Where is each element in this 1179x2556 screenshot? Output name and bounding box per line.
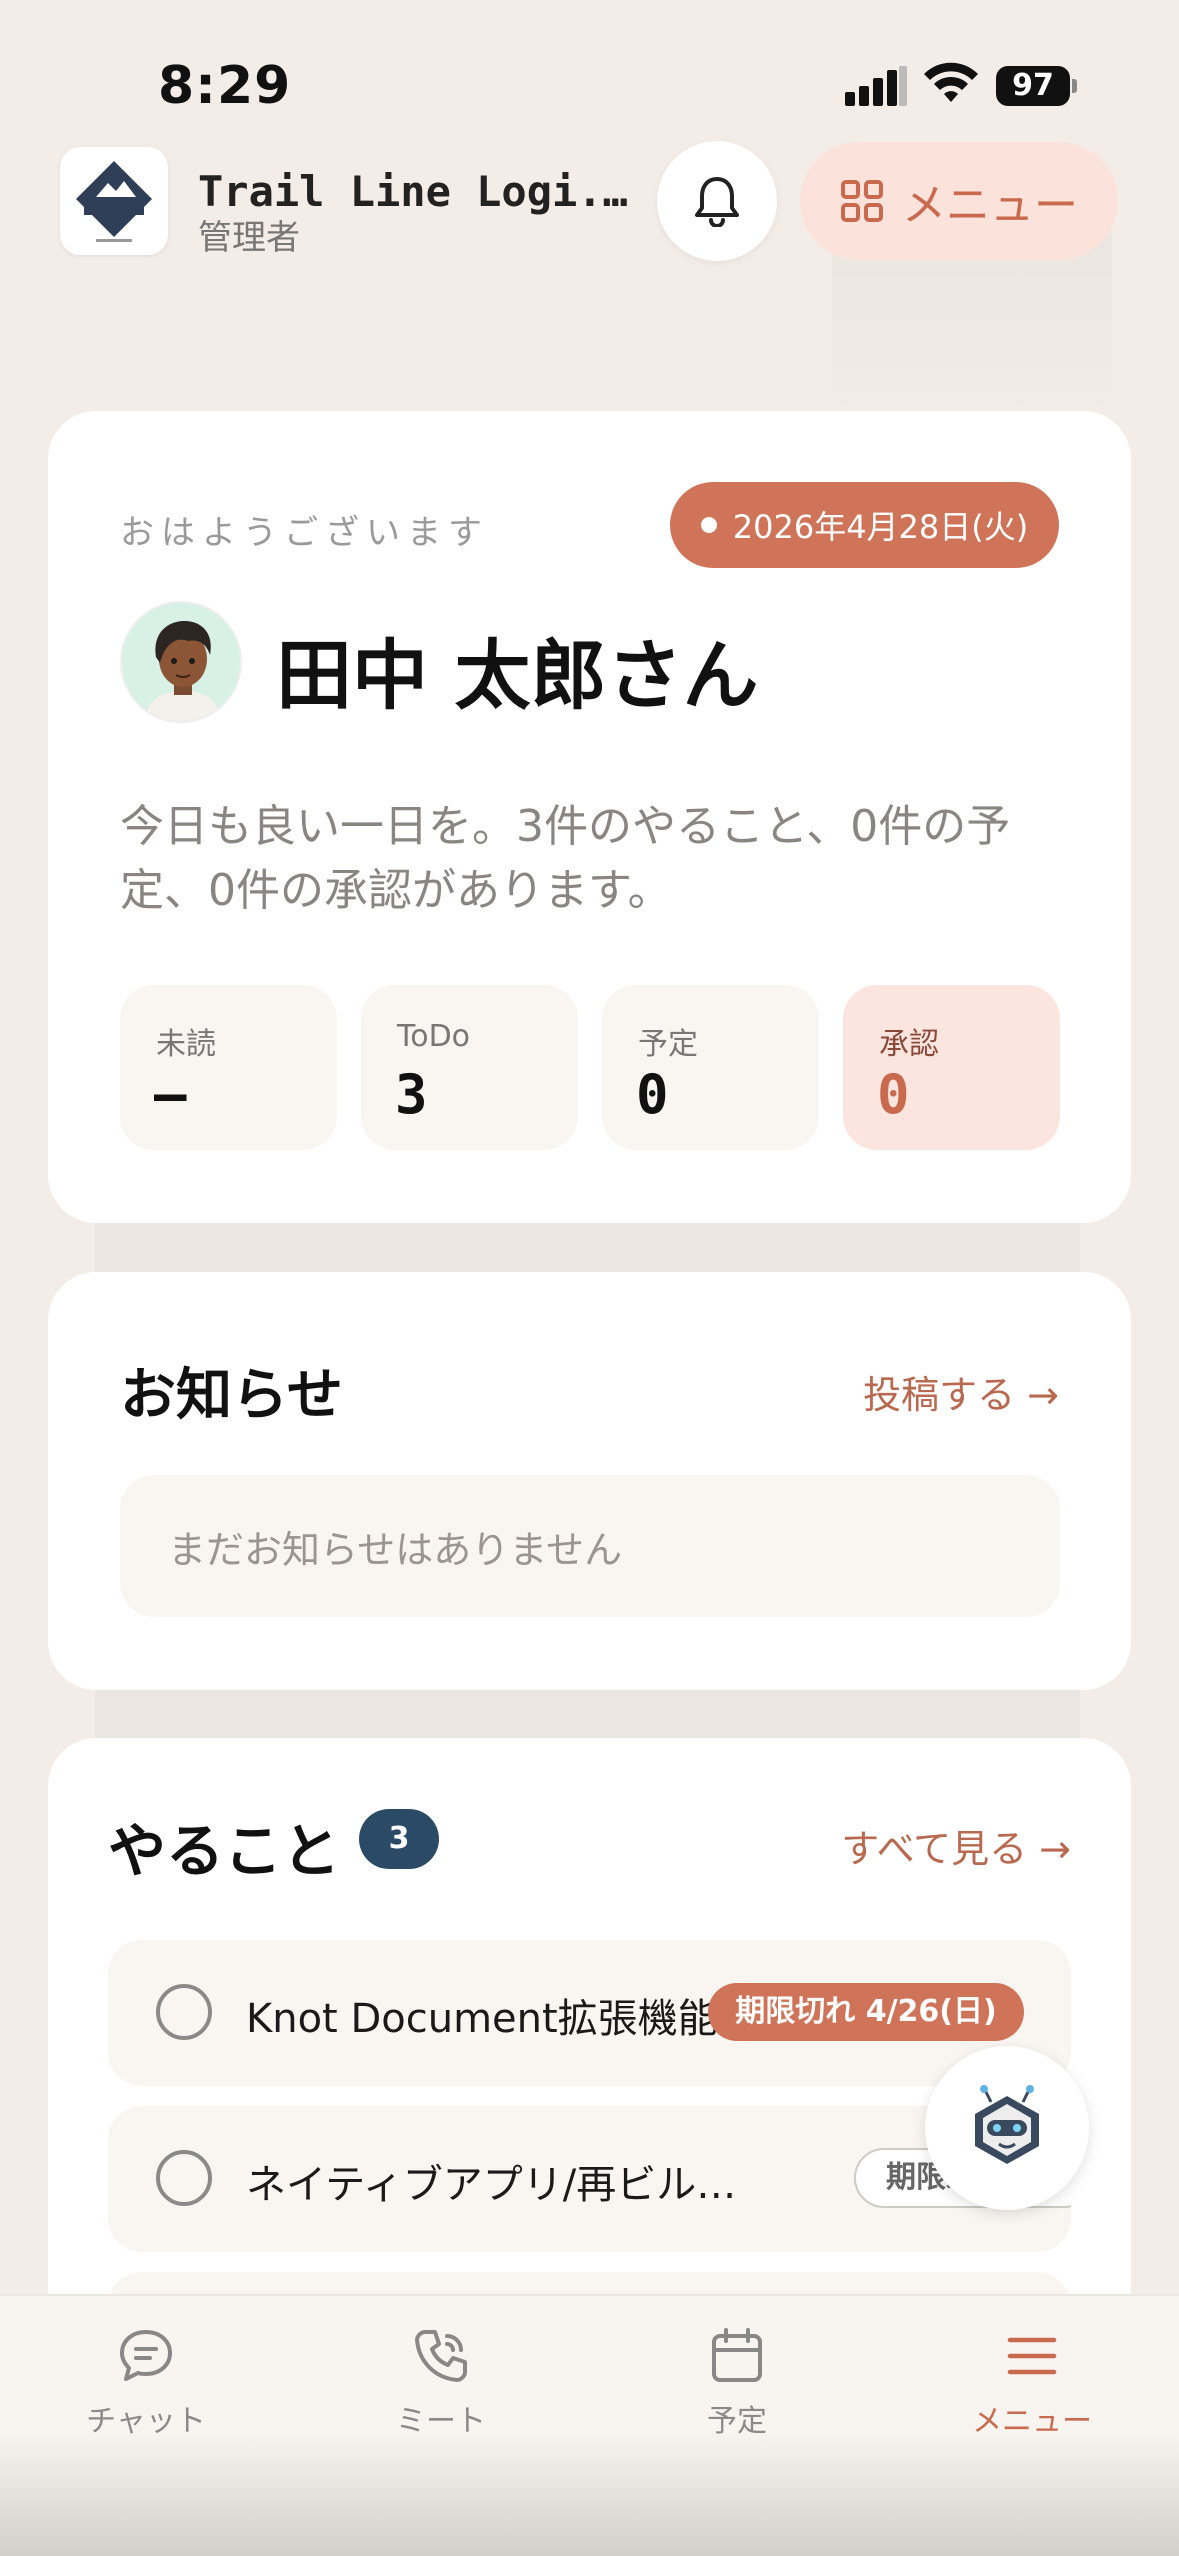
stat-schedule[interactable]: 予定 0	[602, 985, 819, 1150]
date-text: 2026年4月28日(火)	[732, 508, 1029, 546]
user-role: 管理者	[198, 218, 300, 258]
stat-approval[interactable]: 承認 0	[843, 985, 1060, 1150]
stat-value: 0	[877, 1063, 910, 1126]
notices-empty-state: まだお知らせはありません	[120, 1475, 1060, 1617]
empty-text: まだお知らせはありません	[168, 1528, 623, 1572]
phone-icon	[415, 2330, 467, 2382]
see-all-link[interactable]: すべて見る →	[841, 1818, 1071, 1873]
logo-icon	[76, 161, 152, 242]
dot-icon	[700, 517, 717, 533]
home-screen: 8:29 97 Trail Line Logi.株式会社 管理者	[0, 0, 1179, 2556]
post-notice-link[interactable]: 投稿する →	[863, 1364, 1059, 1419]
stat-todo[interactable]: ToDo 3	[361, 985, 578, 1150]
todo-item[interactable]: Knot Document拡張機能 期限切れ 4/26(日)	[108, 1940, 1071, 2086]
todo-title: やること	[108, 1817, 341, 1885]
stat-label: 予定	[638, 1027, 698, 1062]
menu-icon	[1007, 2337, 1057, 2375]
stat-value: 0	[636, 1063, 669, 1126]
signal-icon	[845, 66, 907, 106]
wifi-icon	[924, 62, 978, 102]
greeting-text: おはようございます	[120, 513, 489, 553]
notices-title: お知らせ	[120, 1363, 343, 1428]
robot-icon	[975, 2085, 1039, 2164]
todo-checkbox[interactable]	[156, 1984, 212, 2040]
stat-value: –	[154, 1063, 187, 1126]
battery-icon: 97	[996, 66, 1077, 106]
status-bar: 8:29 97	[0, 0, 1179, 140]
summary-text: 今日も良い一日を。3件のやること、0件の予定、0件の承認があります。	[120, 801, 1011, 916]
notifications-button[interactable]	[657, 141, 777, 261]
stat-label: 未読	[156, 1027, 216, 1062]
chat-icon	[120, 2330, 172, 2381]
calendar-icon	[712, 2328, 762, 2382]
greeting-card: おはようございます 2026年4月28日(火) 田中 太郎さん 今日も良い一日を…	[48, 411, 1131, 1223]
user-name: 田中 太郎さん	[276, 631, 759, 720]
todo-text: ネイティブアプリ/再ビル…	[246, 2162, 737, 2208]
date-badge: 2026年4月28日(火)	[670, 482, 1059, 568]
todo-count-badge: 3	[359, 1809, 439, 1869]
menu-label: メニュー	[902, 180, 1078, 231]
status-time: 8:29	[158, 56, 292, 116]
todo-text: Knot Document拡張機能	[246, 1996, 718, 2042]
stat-label: 承認	[879, 1027, 939, 1062]
company-logo[interactable]	[60, 147, 168, 255]
todo-checkbox[interactable]	[156, 2150, 212, 2206]
overdue-badge: 期限切れ 4/26(日)	[708, 1983, 1024, 2041]
menu-button[interactable]: メニュー	[800, 142, 1118, 260]
stat-unread[interactable]: 未読 –	[120, 985, 337, 1150]
avatar-icon	[122, 603, 240, 721]
home-indicator-area	[0, 2430, 1179, 2556]
ai-assistant-button[interactable]	[925, 2046, 1089, 2210]
battery-level: 97	[996, 66, 1070, 106]
stat-label: ToDo	[397, 1019, 471, 1054]
bell-icon	[695, 177, 739, 227]
notices-card: お知らせ 投稿する → まだお知らせはありません	[48, 1272, 1131, 1690]
stat-value: 3	[395, 1063, 428, 1126]
avatar[interactable]	[120, 601, 242, 723]
grid-icon	[841, 180, 883, 222]
